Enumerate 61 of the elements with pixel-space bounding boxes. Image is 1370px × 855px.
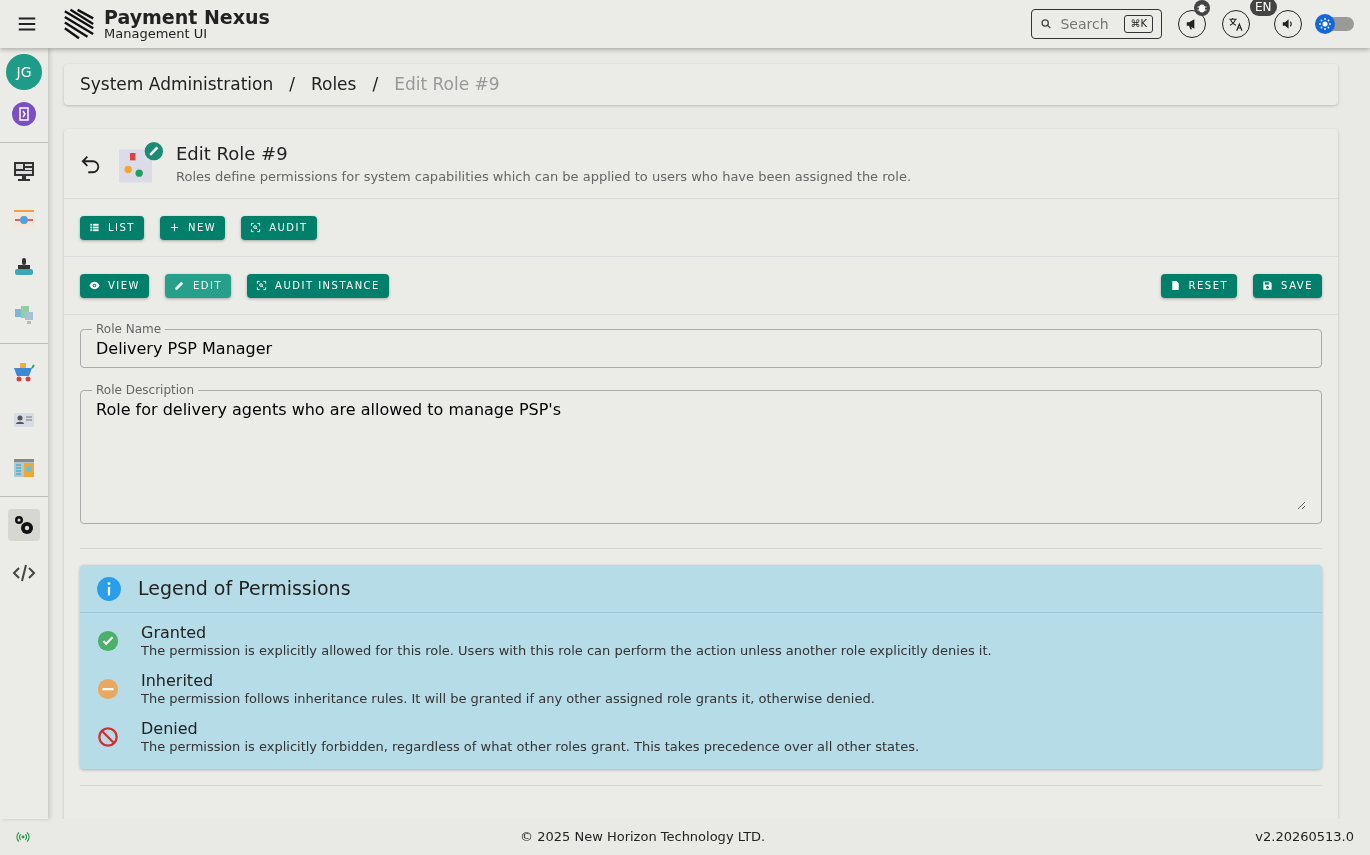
permission-description: The permission follows inheritance rules. It will be granted if any other assigned role grants it, otherwise denied.: [141, 690, 875, 708]
permission-description: The permission is explicitly allowed for this role. Users with this role can perform the action unless another role explicitly denies it.: [141, 642, 992, 660]
exit-icon: [12, 102, 36, 126]
language-badge: EN: [1250, 0, 1277, 16]
role-description-field[interactable]: Role Description Role for delivery agents who are allowed to manage PSP's: [80, 384, 1322, 524]
eye-icon: [89, 280, 100, 291]
cart-icon: [12, 360, 36, 384]
breadcrumb-current: Edit Role #9: [394, 72, 500, 96]
page-description: Roles define permissions for system capabilities which can be applied to users who have been assigned the role.: [176, 168, 911, 187]
toolbar-button[interactable]: AUDIT: [241, 215, 317, 240]
breadcrumb-separator: /: [289, 72, 295, 96]
search-input[interactable]: Search: [1060, 13, 1117, 35]
app-subtitle: Management UI: [104, 27, 209, 40]
copyright-text: © 2025 New Horizon Technology LTD.: [520, 828, 766, 847]
permission-name: Inherited: [141, 670, 215, 691]
theme-toggle[interactable]: [1318, 17, 1354, 31]
scan-icon: [250, 222, 262, 233]
search-icon: [1040, 17, 1053, 31]
file-icon: [1169, 280, 1181, 291]
permission-description: The permission is explicitly forbidden, regardless of what other roles grant. This takes precedence over all other states.: [141, 738, 920, 756]
pencil-icon: [174, 280, 185, 291]
breadcrumb-link[interactable]: Roles: [310, 71, 357, 98]
permission-name: Granted: [141, 622, 208, 643]
minus-circle-icon: [97, 678, 119, 700]
search-field[interactable]: Search ⌘K: [1031, 9, 1162, 39]
toolbar-button[interactable]: LIST: [80, 215, 144, 240]
action-button[interactable]: RESET: [1160, 273, 1238, 298]
logo-icon: [62, 7, 96, 41]
prohibited-icon: [97, 726, 119, 748]
permission-name: Denied: [141, 718, 199, 739]
dashboard-icon: [12, 456, 36, 480]
sidebar-item[interactable]: [8, 509, 40, 541]
shortcut-key: ⌘K: [1124, 15, 1153, 33]
plus-icon: [169, 222, 180, 233]
role-description-input[interactable]: Role for delivery agents who are allowed to manage PSP's: [96, 398, 1306, 510]
role-name-field[interactable]: Role Name Delivery PSP Manager: [80, 323, 1322, 368]
role-name-input[interactable]: Delivery PSP Manager: [96, 337, 1306, 361]
legend-title: Legend of Permissions: [138, 576, 351, 602]
version-text: v2.20260513.0: [1255, 828, 1354, 847]
devices-icon: [12, 303, 36, 327]
toolbar-button[interactable]: AUDIT INSTANCE: [247, 273, 389, 298]
breadcrumb-link[interactable]: System Administration: [80, 71, 274, 98]
action-button[interactable]: SAVE: [1253, 273, 1322, 298]
toolbar-button[interactable]: VIEW: [80, 273, 149, 298]
breadcrumb-separator: /: [372, 72, 379, 96]
field-label: Role Description: [95, 384, 195, 396]
sun-icon: [1319, 18, 1331, 30]
info-icon: [96, 575, 122, 602]
app-title: Payment Nexus: [104, 8, 270, 27]
toolbar-button[interactable]: EDIT: [165, 273, 232, 298]
connection-icon: [16, 830, 30, 844]
list-icon: [89, 222, 100, 233]
user-avatar[interactable]: JG: [6, 54, 42, 90]
page-title: Edit Role #9: [176, 142, 289, 167]
scan-icon: [256, 280, 268, 291]
toolbar-button[interactable]: NEW: [160, 215, 226, 240]
translate-icon: [1228, 15, 1244, 32]
check-circle-icon: [97, 630, 119, 652]
field-label: Role Name: [95, 323, 163, 335]
monitor-icon: [12, 159, 36, 183]
speaker-icon: [1281, 17, 1295, 31]
